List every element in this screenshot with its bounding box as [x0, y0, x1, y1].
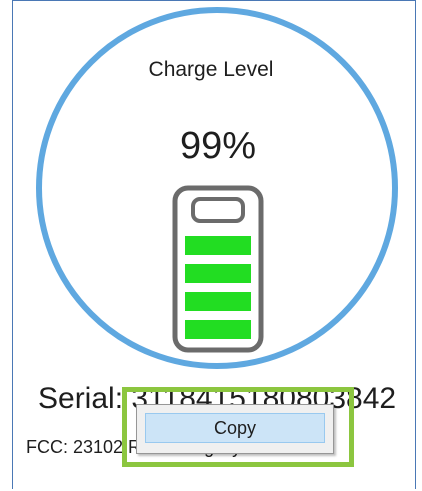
battery-bar	[185, 320, 251, 339]
battery-icon	[172, 185, 264, 353]
context-menu: Copy	[136, 404, 334, 454]
battery-bar	[185, 264, 251, 283]
battery-terminal	[191, 197, 245, 223]
battery-bar	[185, 236, 251, 255]
copy-menu-item[interactable]: Copy	[145, 413, 325, 443]
charge-percent: 99%	[179, 125, 257, 167]
charge-level-title: Charge Level	[148, 58, 274, 81]
battery-bar	[185, 292, 251, 311]
